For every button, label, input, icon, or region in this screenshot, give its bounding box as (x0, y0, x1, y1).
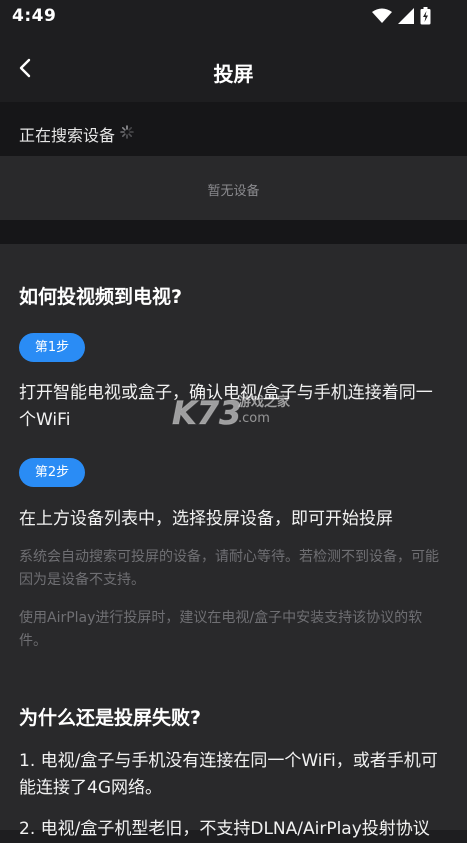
wifi-icon (372, 8, 392, 24)
status-time: 4:49 (12, 6, 57, 26)
device-list: 暂无设备 (0, 156, 467, 220)
step-1-badge: 第1步 (19, 333, 85, 362)
loading-spinner-icon (120, 124, 134, 139)
note-airplay: 使用AirPlay进行投屏时，建议在电视/盒子中安装支持该协议的软件。 (19, 610, 423, 649)
signal-icon (398, 8, 414, 24)
divider (0, 220, 467, 244)
battery-icon (420, 7, 431, 25)
k73-watermark-logo: K73 游戏之家 .com (172, 390, 302, 436)
page-title: 投屏 (213, 62, 254, 86)
fail-item-1: 1. 电视/盒子与手机没有连接在同一个WiFi，或者手机可能连接了4G网络。 (19, 751, 438, 798)
searching-label: 正在搜索设备 (19, 126, 116, 145)
note-auto-search: 系统会自动搜索可投屏的设备，请耐心等待。若检测不到设备，可能因为是设备不支持。 (19, 549, 439, 588)
status-bar: 4:49 (0, 0, 467, 32)
watermark-domain: .com (238, 411, 270, 426)
step-2-text: 在上方设备列表中，选择投屏设备，即可开始投屏 (19, 509, 393, 529)
step-2-badge: 第2步 (19, 458, 85, 487)
searching-header: 正在搜索设备 (0, 102, 467, 156)
empty-device-text: 暂无设备 (207, 184, 260, 199)
help-section: 如何投视频到电视? 第1步 打开智能电视或盒子，确认电视/盒子与手机连接着同一个… (0, 244, 467, 839)
watermark-brand: K73 (172, 394, 241, 432)
help-title: 如何投视频到电视? (19, 286, 183, 308)
fail-title: 为什么还是投屏失败? (19, 707, 202, 729)
watermark-subtitle: 游戏之家 (238, 394, 291, 410)
status-icons (372, 7, 431, 25)
nav-bar: 投屏 (0, 32, 467, 102)
